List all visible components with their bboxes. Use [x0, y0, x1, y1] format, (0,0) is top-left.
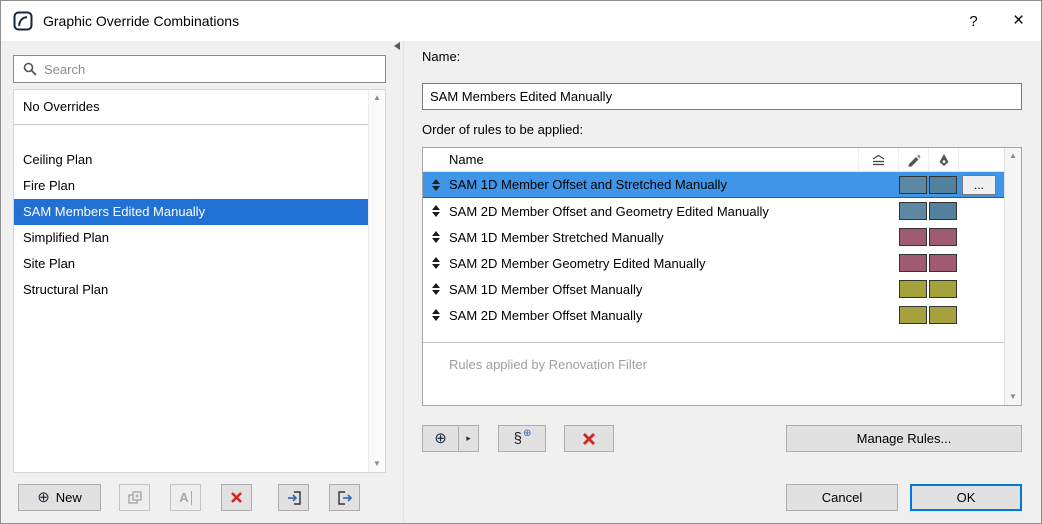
panel-splitter	[403, 41, 404, 523]
rule-more-button[interactable]: ...	[962, 175, 996, 195]
list-item-ceiling-plan[interactable]: Ceiling Plan	[14, 147, 368, 173]
title-bar: Graphic Override Combinations ? ×	[1, 1, 1041, 41]
delete-x-icon	[230, 491, 243, 504]
fill-color-swatch[interactable]	[899, 306, 927, 324]
drag-handle-icon[interactable]	[423, 309, 449, 321]
combinations-list: No Overrides Ceiling Plan Fire Plan SAM …	[13, 89, 386, 473]
combinations-toolbar: ⊕ New A	[18, 484, 360, 511]
rules-table-header: Name	[423, 148, 1004, 172]
close-icon[interactable]: ×	[996, 1, 1041, 41]
import-icon	[286, 490, 302, 506]
rule-name: SAM 2D Member Offset Manually	[449, 308, 858, 323]
pen-color-swatch[interactable]	[929, 306, 957, 324]
fill-override-column-icon	[898, 148, 928, 171]
rule-name: SAM 1D Member Offset and Stretched Manua…	[449, 177, 858, 192]
new-button-label: New	[56, 490, 82, 505]
name-label: Name:	[422, 49, 460, 64]
plus-circle-icon: ⊕	[434, 431, 447, 446]
duplicate-combination-button[interactable]	[119, 484, 150, 511]
list-item-simplified-plan[interactable]: Simplified Plan	[14, 225, 368, 251]
pen-color-swatch[interactable]	[929, 280, 957, 298]
pen-color-swatch[interactable]	[929, 254, 957, 272]
collapse-left-panel-icon[interactable]	[394, 42, 400, 50]
cancel-button[interactable]: Cancel	[786, 484, 898, 511]
fill-color-swatch[interactable]	[899, 228, 927, 246]
list-item-sam-members-edited-manually[interactable]: SAM Members Edited Manually	[14, 199, 368, 225]
scroll-up-icon[interactable]: ▲	[373, 93, 381, 103]
scroll-up-icon[interactable]: ▲	[1009, 151, 1017, 161]
new-rule-from-selection-button[interactable]: §⊕	[498, 425, 546, 452]
search-input[interactable]	[44, 57, 385, 81]
drag-handle-icon[interactable]	[423, 231, 449, 243]
rule-name: SAM 1D Member Stretched Manually	[449, 230, 858, 245]
help-button[interactable]: ?	[951, 1, 996, 41]
scroll-down-icon[interactable]: ▼	[373, 459, 381, 469]
search-icon	[23, 62, 37, 76]
order-of-rules-label: Order of rules to be applied:	[422, 122, 583, 137]
rules-scrollbar[interactable]: ▲ ▼	[1004, 148, 1021, 405]
list-divider	[14, 124, 368, 125]
surface-override-column-icon	[858, 148, 898, 171]
remove-rule-button[interactable]	[564, 425, 614, 452]
list-item-structural-plan[interactable]: Structural Plan	[14, 277, 368, 303]
rule-row[interactable]: SAM 1D Member Offset Manually	[423, 276, 1004, 302]
rule-row[interactable]: SAM 2D Member Offset Manually	[423, 302, 1004, 328]
export-icon	[337, 490, 353, 506]
rules-table: Name SAM 1D Member Offset and Stretched …	[422, 147, 1022, 406]
ok-button[interactable]: OK	[910, 484, 1022, 511]
plus-circle-icon: ⊕	[37, 490, 50, 505]
export-combinations-button[interactable]	[329, 484, 360, 511]
list-item-site-plan[interactable]: Site Plan	[14, 251, 368, 277]
list-scrollbar[interactable]: ▲ ▼	[368, 90, 385, 472]
fill-color-swatch[interactable]	[899, 254, 927, 272]
rule-row[interactable]: SAM 1D Member Stretched Manually	[423, 224, 1004, 250]
window-title: Graphic Override Combinations	[43, 13, 239, 29]
renovation-filter-note: Rules applied by Renovation Filter	[423, 342, 1004, 405]
fill-color-swatch[interactable]	[899, 202, 927, 220]
new-combination-button[interactable]: ⊕ New	[18, 484, 101, 511]
rules-toolbar: ⊕ ▸ §⊕	[422, 425, 614, 452]
drag-handle-icon[interactable]	[423, 257, 449, 269]
add-rule-button[interactable]: ⊕ ▸	[422, 425, 479, 452]
list-item-no-overrides[interactable]: No Overrides	[14, 94, 368, 120]
fill-color-swatch[interactable]	[899, 176, 927, 194]
column-header-name: Name	[449, 152, 858, 167]
delete-combination-button[interactable]	[221, 484, 252, 511]
scroll-down-icon[interactable]: ▼	[1009, 392, 1017, 402]
duplicate-icon	[127, 490, 143, 506]
plus-icon: ⊕	[523, 428, 531, 439]
delete-x-icon	[582, 432, 596, 446]
rule-row[interactable]: SAM 1D Member Offset and Stretched Manua…	[423, 172, 1004, 198]
pen-color-swatch[interactable]	[929, 228, 957, 246]
pen-color-swatch[interactable]	[929, 202, 957, 220]
drag-handle-icon[interactable]	[423, 179, 449, 191]
drag-handle-icon[interactable]	[423, 283, 449, 295]
rename-icon: A	[179, 490, 188, 505]
rename-combination-button[interactable]: A	[170, 484, 201, 511]
rule-name: SAM 2D Member Geometry Edited Manually	[449, 256, 858, 271]
dropdown-arrow-icon[interactable]: ▸	[459, 433, 478, 444]
rule-row[interactable]: SAM 2D Member Geometry Edited Manually	[423, 250, 1004, 276]
rule-name: SAM 1D Member Offset Manually	[449, 282, 858, 297]
drag-handle-icon[interactable]	[423, 205, 449, 217]
graphic-override-combinations-dialog: Graphic Override Combinations ? × No Ove…	[0, 0, 1042, 524]
rule-name: SAM 2D Member Offset and Geometry Edited…	[449, 204, 858, 219]
search-box[interactable]	[13, 55, 386, 83]
pen-color-swatch[interactable]	[929, 176, 957, 194]
rule-row[interactable]: SAM 2D Member Offset and Geometry Edited…	[423, 198, 1004, 224]
name-input[interactable]	[422, 83, 1022, 110]
list-item-fire-plan[interactable]: Fire Plan	[14, 173, 368, 199]
archicad-logo-icon	[13, 11, 33, 31]
section-icon: §	[514, 430, 522, 447]
import-combinations-button[interactable]	[278, 484, 309, 511]
manage-rules-button[interactable]: Manage Rules...	[786, 425, 1022, 452]
fill-color-swatch[interactable]	[899, 280, 927, 298]
pen-override-column-icon	[928, 148, 958, 171]
